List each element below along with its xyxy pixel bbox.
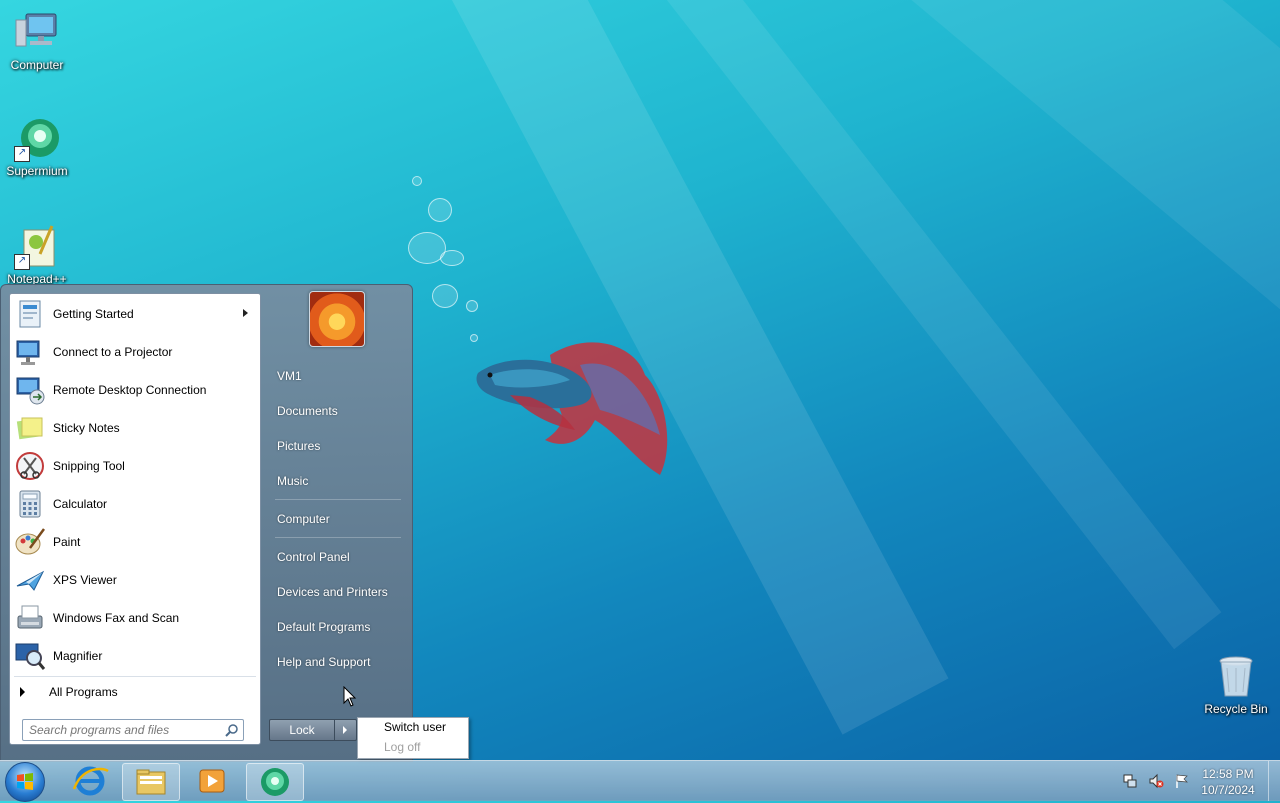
- search-icon[interactable]: [225, 723, 239, 737]
- taskbar-media-player[interactable]: [184, 763, 240, 799]
- places-separator: [275, 537, 401, 538]
- documents-link[interactable]: Documents: [277, 404, 338, 418]
- program-label: Sticky Notes: [53, 421, 120, 435]
- all-programs-button[interactable]: All Programs: [10, 680, 260, 704]
- start-button[interactable]: [5, 762, 45, 802]
- paint-icon: [15, 528, 46, 555]
- program-label: XPS Viewer: [53, 573, 117, 587]
- fish-illustration: [476, 342, 668, 475]
- lock-button[interactable]: Lock: [269, 719, 335, 741]
- internet-explorer-icon: [72, 766, 109, 796]
- program-label: Calculator: [53, 497, 108, 511]
- desktop-icon-supermium[interactable]: ↗ Supermium: [1, 116, 73, 178]
- program-xps-viewer[interactable]: XPS Viewer: [10, 562, 260, 598]
- search-input[interactable]: [23, 721, 225, 739]
- program-label: Paint: [53, 535, 81, 549]
- action-center-flag-icon[interactable]: [1174, 773, 1190, 789]
- taskbar-internet-explorer[interactable]: [62, 763, 118, 799]
- desktop-icon-recycle-bin[interactable]: Recycle Bin: [1200, 654, 1272, 716]
- network-icon[interactable]: [1122, 773, 1138, 789]
- shortcut-arrow-icon: ↗: [14, 254, 30, 270]
- start-menu-programs-pane: Getting Started Connect to a Projector R…: [9, 293, 261, 745]
- program-sticky-notes[interactable]: Sticky Notes: [10, 410, 260, 446]
- clock-date: 10/7/2024: [1201, 783, 1255, 797]
- clock-time: 12:58 PM: [1202, 767, 1254, 781]
- recycle-bin-icon: [1213, 654, 1259, 700]
- default-programs-link[interactable]: Default Programs: [277, 620, 370, 634]
- user-folder-link[interactable]: VM1: [277, 369, 302, 383]
- power-options-arrow[interactable]: [335, 719, 357, 741]
- supermium-icon: ↗: [14, 116, 60, 162]
- devices-printers-link[interactable]: Devices and Printers: [277, 585, 388, 599]
- show-desktop-button[interactable]: [1268, 761, 1280, 801]
- projector-icon: [16, 340, 40, 365]
- media-player-icon: [199, 769, 225, 793]
- desktop-icon-label: Recycle Bin: [1204, 702, 1268, 716]
- getting-started-icon: [19, 300, 41, 328]
- programs-separator: [14, 676, 256, 677]
- program-label: Windows Fax and Scan: [53, 611, 180, 625]
- program-remote-desktop[interactable]: Remote Desktop Connection: [10, 372, 260, 408]
- desktop-icon-label: Computer: [10, 58, 64, 72]
- desktop-icon-computer[interactable]: Computer: [1, 10, 73, 72]
- snipping-tool-icon: [16, 452, 44, 480]
- log-off-item[interactable]: Log off: [384, 740, 420, 754]
- submenu-arrow-icon: [243, 309, 248, 317]
- taskbar-supermium[interactable]: [246, 763, 304, 801]
- volume-muted-icon[interactable]: [1148, 773, 1164, 789]
- program-calculator[interactable]: Calculator: [10, 486, 260, 522]
- sticky-notes-icon: [16, 417, 43, 440]
- all-programs-label: All Programs: [49, 685, 118, 699]
- magnifier-icon: [15, 643, 46, 670]
- program-magnifier[interactable]: Magnifier: [10, 638, 260, 674]
- switch-user-item[interactable]: Switch user: [384, 720, 446, 734]
- clock[interactable]: 12:58 PM 10/7/2024: [1196, 766, 1260, 798]
- program-fax-scan[interactable]: Windows Fax and Scan: [10, 600, 260, 636]
- mouse-cursor-icon: [343, 686, 357, 707]
- program-connect-projector[interactable]: Connect to a Projector: [10, 334, 260, 370]
- help-support-link[interactable]: Help and Support: [277, 655, 370, 669]
- computer-icon: [14, 10, 60, 56]
- desktop-icon-notepadpp[interactable]: ↗ Notepad++: [1, 224, 73, 286]
- program-snipping-tool[interactable]: Snipping Tool: [10, 448, 260, 484]
- expand-arrow-icon: [20, 687, 25, 697]
- shortcut-arrow-icon: ↗: [14, 146, 30, 162]
- taskbar: 12:58 PM 10/7/2024: [0, 760, 1280, 802]
- program-label: Remote Desktop Connection: [53, 383, 207, 397]
- file-explorer-icon: [136, 769, 166, 795]
- pictures-link[interactable]: Pictures: [277, 439, 320, 453]
- control-panel-link[interactable]: Control Panel: [277, 550, 350, 564]
- xps-viewer-icon: [16, 570, 45, 591]
- program-getting-started[interactable]: Getting Started: [10, 296, 260, 332]
- program-label: Connect to a Projector: [53, 345, 173, 359]
- places-separator: [275, 499, 401, 500]
- program-label: Snipping Tool: [53, 459, 125, 473]
- taskbar-file-explorer[interactable]: [122, 763, 180, 801]
- notepad-plus-plus-icon: ↗: [14, 224, 60, 270]
- search-box: [22, 719, 244, 741]
- program-label: Getting Started: [53, 307, 134, 321]
- desktop-icon-label: Supermium: [6, 164, 68, 178]
- computer-link[interactable]: Computer: [277, 512, 330, 526]
- program-label: Magnifier: [53, 649, 103, 663]
- start-menu-places-pane: VM1 Documents Pictures Music Computer Co…: [261, 285, 412, 761]
- calculator-icon: [19, 490, 41, 518]
- windows-logo-icon: [17, 773, 33, 790]
- program-paint[interactable]: Paint: [10, 524, 260, 560]
- supermium-icon: [261, 768, 289, 796]
- fax-scan-icon: [17, 605, 43, 629]
- remote-desktop-icon: [16, 377, 45, 405]
- system-tray: [1122, 761, 1190, 801]
- user-avatar[interactable]: [309, 291, 365, 347]
- power-options-menu: Switch user Log off: [357, 717, 469, 759]
- music-link[interactable]: Music: [277, 474, 308, 488]
